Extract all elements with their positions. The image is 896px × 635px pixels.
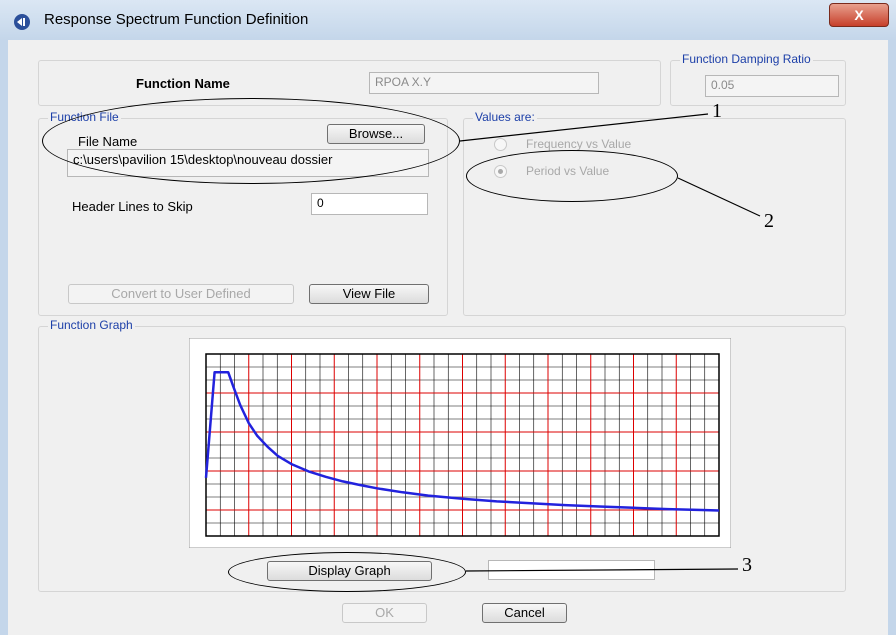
callout-1: 1 (712, 100, 722, 122)
leader-line-3 (465, 568, 739, 572)
callout-3: 3 (742, 554, 752, 576)
annotation-leader-lines (459, 113, 761, 572)
leader-line-2 (677, 177, 761, 217)
callout-2: 2 (764, 210, 774, 232)
leader-line-1 (459, 113, 709, 142)
